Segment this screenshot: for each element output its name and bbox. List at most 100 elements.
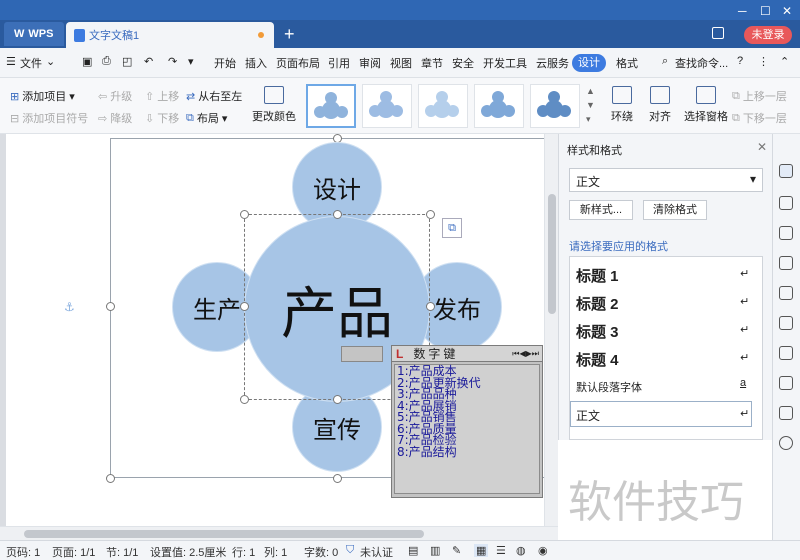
hamburger-icon[interactable]: ☰ [6,55,16,68]
style-gallery-item[interactable] [362,84,412,128]
style-gallery-item[interactable] [418,84,468,128]
help-icon[interactable]: ? [737,55,743,67]
bring-forward-button[interactable]: ⧉ 上移一层 [732,88,787,104]
style-gallery-item[interactable] [306,84,356,128]
menu-cloud[interactable]: 云服务 [536,55,569,71]
pen-icon[interactable]: ✎ [452,544,461,557]
help-icon[interactable] [779,436,793,450]
demote-button[interactable]: ⇨ 降级 [98,110,132,126]
clear-format-button[interactable]: 清除格式 [643,200,707,220]
menu-security[interactable]: 安全 [452,55,474,71]
promote-button[interactable]: ⇦ 升级 [98,88,132,104]
menu-start[interactable]: 开始 [214,55,236,71]
style-pen-icon[interactable] [779,164,793,178]
tab-wps[interactable]: W WPS [4,22,64,46]
menu-file[interactable]: 文件 [20,55,42,71]
menu-insert[interactable]: 插入 [245,55,267,71]
gallery-up-icon[interactable]: ▲ [586,86,595,96]
save-icon[interactable]: ▣ [82,55,92,68]
wrap-button[interactable]: 环绕 [604,86,640,124]
history-icon[interactable] [779,406,793,420]
style-body[interactable]: 正文 [570,401,752,427]
frame-handle-corner[interactable] [106,474,115,483]
sel-handle-tl[interactable] [240,210,249,219]
collapse-ribbon-icon[interactable]: ⌃ [780,55,789,68]
align-button[interactable]: 对齐 [642,86,678,124]
page-view-icon[interactable]: ▦ [474,544,489,557]
style-heading2[interactable]: 标题 2 [576,293,619,314]
close-panel-icon[interactable]: ✕ [757,140,767,154]
close-icon[interactable]: ✕ [782,4,792,18]
new-style-button[interactable]: 新样式... [569,200,633,220]
chevron-down-icon[interactable]: ⌄ [46,55,55,68]
select-pane-button[interactable]: 选择窗格 [682,86,730,124]
add-bullet-button[interactable]: ⊟ 添加项目符号 [10,110,88,126]
book-icon[interactable]: ▥ [430,544,440,557]
frame-handle-left[interactable] [106,302,115,311]
eye-icon[interactable]: ◉ [538,544,548,557]
style-gallery-item[interactable] [474,84,524,128]
add-item-button[interactable]: ⊞ 添加项目 ▾ [10,88,75,104]
style-heading3[interactable]: 标题 3 [576,321,619,342]
menu-developer[interactable]: 开发工具 [483,55,527,71]
style-default-font[interactable]: 默认段落字体 [576,379,642,395]
tablet-mode-icon[interactable] [712,27,724,39]
maximize-icon[interactable]: ☐ [760,4,771,18]
vertical-scrollbar[interactable] [544,134,558,526]
print-icon[interactable]: ⎙ [102,55,111,68]
style-heading4[interactable]: 标题 4 [576,349,619,370]
shape-icon[interactable] [779,226,793,240]
ime-nav-icon[interactable]: ⏮◀▶⏭ [512,349,539,359]
sel-handle-b[interactable] [333,395,342,404]
gallery-down-icon[interactable]: ▼ [586,100,595,110]
tab-document[interactable]: 文字文稿1 [66,22,274,48]
sel-handle-t[interactable] [333,210,342,219]
menu-view[interactable]: 视图 [390,55,412,71]
ime-candidate-window[interactable]: L 数字键 ⏮◀▶⏭ 1:产品成本 2:产品更新换代 3:产品品种 4:产品展销… [391,345,543,498]
menu-chapter[interactable]: 章节 [421,55,443,71]
current-style-select[interactable]: 正文 ▾ [569,168,763,192]
share-icon[interactable] [779,346,793,360]
menu-page-layout[interactable]: 页面布局 [276,55,320,71]
send-backward-button[interactable]: ⧉ 下移一层 [732,110,787,126]
menu-format[interactable]: 格式 [616,55,638,71]
more-icon[interactable]: ⋮ [758,55,769,68]
redo-icon[interactable]: ↷ [168,55,177,68]
scroll-thumb[interactable] [24,530,424,538]
web-icon[interactable]: ◍ [516,544,526,557]
menu-references[interactable]: 引用 [328,55,350,71]
right-to-left-button[interactable]: ⇄ 从右至左 [186,88,242,104]
undo-icon[interactable]: ↶ [144,55,153,68]
new-tab-icon[interactable]: + [284,24,295,45]
sel-handle-bl[interactable] [240,395,249,404]
layout-button[interactable]: ⧉ 布局 ▾ [186,110,227,126]
menu-design[interactable]: 设计 [572,54,606,72]
sel-handle-tr[interactable] [426,210,435,219]
status-unverified[interactable]: 未认证 [360,544,393,560]
settings-icon[interactable] [779,256,793,270]
menu-review[interactable]: 审阅 [359,55,381,71]
anchor-icon[interactable]: ⚓ [64,300,75,314]
horizontal-scrollbar[interactable] [0,526,558,540]
move-down-button[interactable]: ⇩ 下移 [145,110,179,126]
minimize-icon[interactable]: ─ [738,4,747,18]
search-command[interactable]: 查找命令... [675,55,728,71]
select-icon[interactable] [779,196,793,210]
sel-handle-l[interactable] [240,302,249,311]
style-heading1[interactable]: 标题 1 [576,265,619,286]
sel-handle-r[interactable] [426,302,435,311]
change-color-button[interactable]: 更改颜色 [250,86,298,124]
scroll-thumb[interactable] [548,194,556,314]
style-gallery-item[interactable] [530,84,580,128]
star-icon[interactable] [779,316,793,330]
gallery-more-icon[interactable]: ▾ [586,114,591,125]
move-up-button[interactable]: ⇧ 上移 [145,88,179,104]
ime-candidate[interactable]: 8:产品结构 [397,446,537,459]
quick-more-icon[interactable]: ▾ [188,55,194,68]
read-mode-icon[interactable]: ▤ [408,544,418,557]
box-icon[interactable] [779,376,793,390]
image-icon[interactable] [779,286,793,300]
frame-handle-bottom[interactable] [333,474,342,483]
panel-title[interactable]: 样式和格式 [567,142,622,158]
outline-icon[interactable]: ☰ [496,544,506,557]
